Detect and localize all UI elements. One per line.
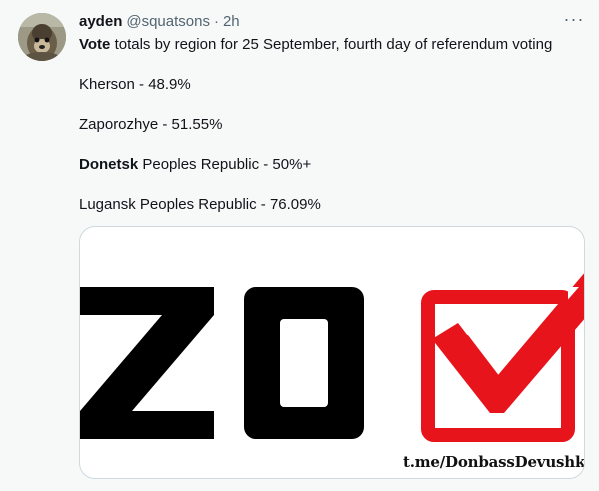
avatar-image xyxy=(18,13,66,61)
tweet-bold-word-donetsk: Donetsk xyxy=(79,156,139,173)
tweet-line-zaporozhye: Zaporozhye - 51.55% xyxy=(79,116,223,133)
tweet-header: ayden @squatsons · 2h xyxy=(79,12,587,32)
avatar[interactable] xyxy=(18,13,66,61)
tweet-content: ayden @squatsons · 2h ··· Vote totals by… xyxy=(79,10,587,215)
timestamp[interactable]: 2h xyxy=(223,12,240,32)
tweet-line-donetsk: Donetsk Peoples Republic - 50%+ xyxy=(79,155,587,175)
more-horizontal-icon[interactable]: ··· xyxy=(561,10,587,32)
letter-z xyxy=(80,287,214,439)
tweet-bold-word: Vote xyxy=(79,36,111,53)
tweet[interactable]: ayden @squatsons · 2h ··· Vote totals by… xyxy=(0,0,599,491)
separator-dot: · xyxy=(213,13,219,30)
user-handle[interactable]: @squatsons xyxy=(126,12,210,32)
display-name[interactable]: ayden xyxy=(79,12,122,32)
tweet-line-intro-rest: totals by region for 25 September, fourt… xyxy=(110,36,553,53)
tweet-line-intro: Vote totals by region for 25 September, … xyxy=(79,35,587,55)
tweet-line-lugansk: Lugansk Peoples Republic - 76.09% xyxy=(79,196,321,213)
tweet-line-donetsk-rest: Peoples Republic - 50%+ xyxy=(138,156,312,173)
tweet-line-kherson: Kherson - 48.9% xyxy=(79,76,191,93)
tweet-media-image[interactable]: t.me/DonbassDevushka xyxy=(79,226,585,479)
watermark-text: t.me/DonbassDevushka xyxy=(403,453,585,471)
tweet-text: Vote totals by region for 25 September, … xyxy=(79,35,587,215)
zo-checkmark-graphic xyxy=(80,273,584,442)
